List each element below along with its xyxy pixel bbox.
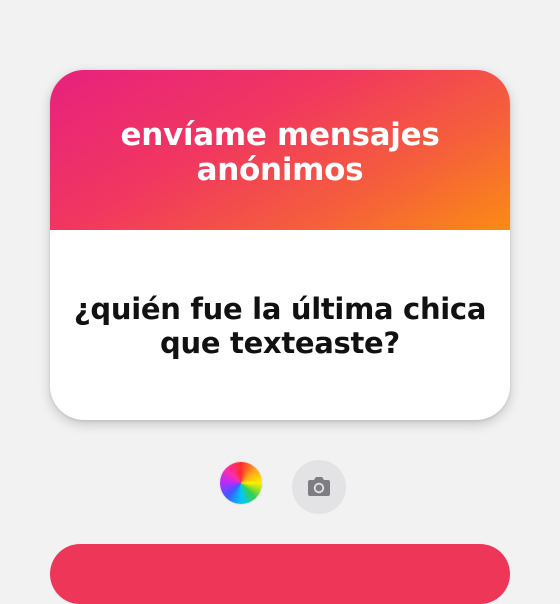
question-sticker-card[interactable]: envíame mensajes anónimos ¿quién fue la … [50,70,510,420]
camera-icon [306,475,332,499]
question-text[interactable]: ¿quién fue la última chica que texteaste… [60,292,500,360]
card-body: ¿quién fue la última chica que texteaste… [50,230,510,420]
color-wheel-icon[interactable] [220,462,262,504]
camera-button[interactable] [292,460,346,514]
card-header: envíame mensajes anónimos [50,70,510,230]
next-sticker-card[interactable] [50,544,510,604]
card-title: envíame mensajes anónimos [120,117,440,188]
